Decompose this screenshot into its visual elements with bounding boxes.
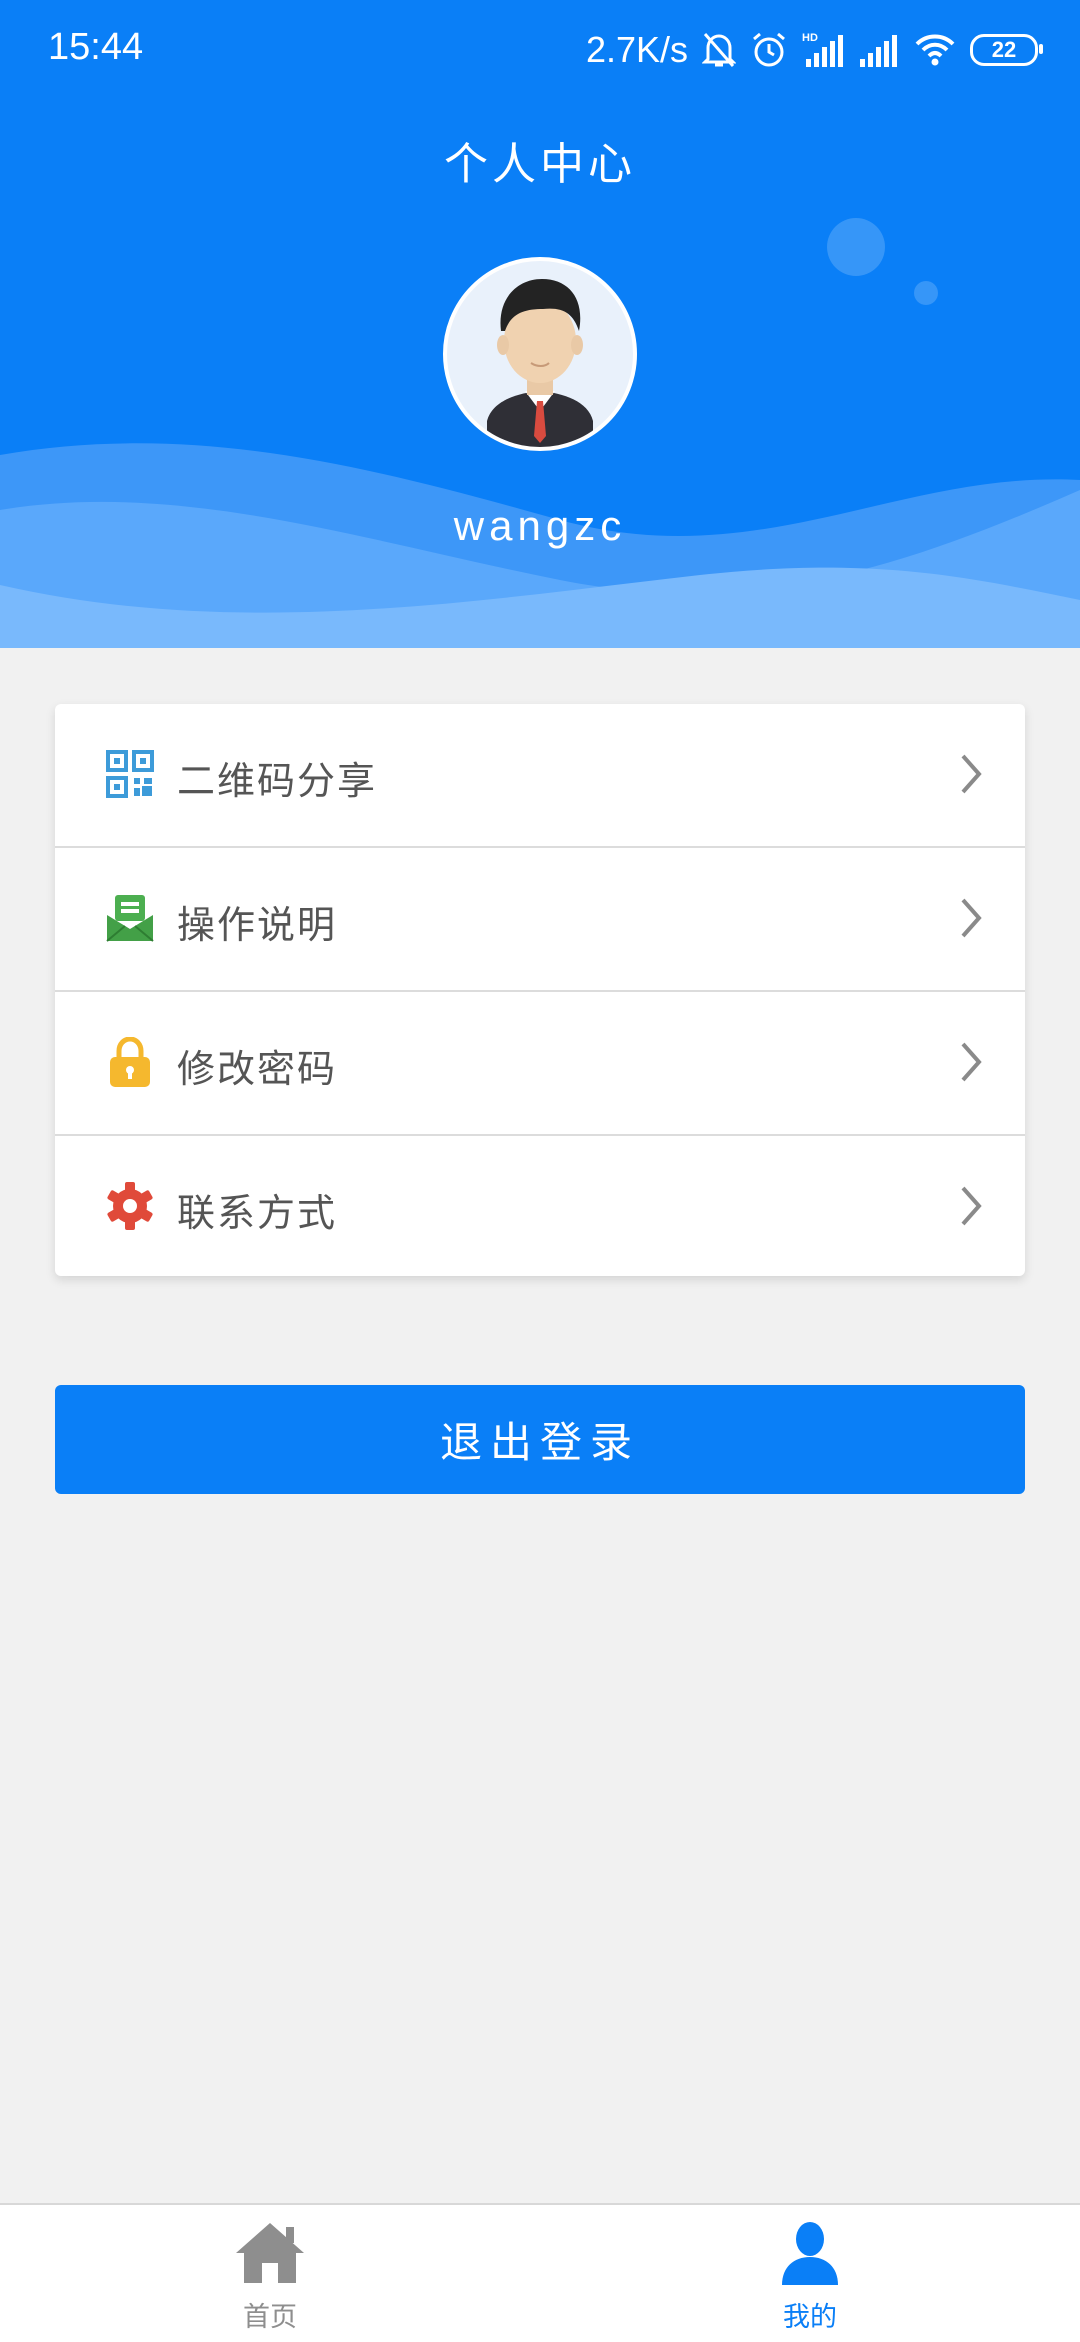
avatar[interactable] [443, 257, 637, 451]
menu-item-label: 联系方式 [177, 1191, 338, 1235]
menu-item-qrcode-share[interactable]: 二维码分享 [55, 704, 1025, 848]
status-icons: 2.7K/s HD 22 [585, 26, 1043, 74]
menu-item-change-password[interactable]: 修改密码 [55, 992, 1025, 1136]
lock-icon [110, 1037, 150, 1087]
hd-signal-icon: HD [802, 32, 843, 67]
bell-muted-icon [702, 33, 736, 67]
avatar-man-icon [487, 279, 593, 447]
chevron-right-icon [961, 898, 982, 938]
signal-icon [860, 35, 897, 67]
nav-item-home[interactable]: 首页 [0, 2205, 540, 2342]
net-speed: 2.7K/s [585, 29, 688, 70]
svg-text:HD: HD [802, 32, 818, 44]
nav-item-label: 首页 [243, 2302, 297, 2333]
chevron-right-icon [961, 1042, 982, 1082]
battery-icon: 22 [970, 34, 1043, 66]
profile-header: 15:44 2.7K/s HD 22 个人中心 wangzc [0, 0, 1080, 648]
menu-item-instructions[interactable]: 操作说明 [55, 848, 1025, 992]
menu-item-label: 修改密码 [177, 1047, 338, 1091]
menu-item-label: 操作说明 [177, 903, 338, 947]
chevron-right-icon [961, 1186, 982, 1226]
alarm-icon [753, 32, 785, 67]
menu-item-label: 二维码分享 [177, 759, 378, 803]
bottom-nav: 首页 我的 [0, 2203, 1080, 2342]
wifi-icon [915, 34, 955, 66]
nav-item-mine[interactable]: 我的 [540, 2205, 1080, 2342]
menu-item-contact[interactable]: 联系方式 [55, 1136, 1025, 1278]
home-icon [236, 2223, 304, 2283]
page-title: 个人中心 [444, 139, 636, 190]
status-time: 15:44 [48, 26, 144, 68]
gear-icon [107, 1182, 153, 1230]
user-icon [782, 2222, 838, 2285]
nav-item-label: 我的 [783, 2302, 837, 2333]
chevron-right-icon [961, 754, 982, 794]
qrcode-icon [106, 750, 154, 798]
logout-button[interactable]: 退出登录 [55, 1385, 1025, 1494]
menu-card: 二维码分享 操作说明 修改密码 联系方式 [55, 704, 1025, 1276]
mail-doc-icon [106, 895, 154, 942]
status-bar: 15:44 2.7K/s HD 22 [0, 0, 1080, 100]
username: wangzc [453, 502, 627, 549]
